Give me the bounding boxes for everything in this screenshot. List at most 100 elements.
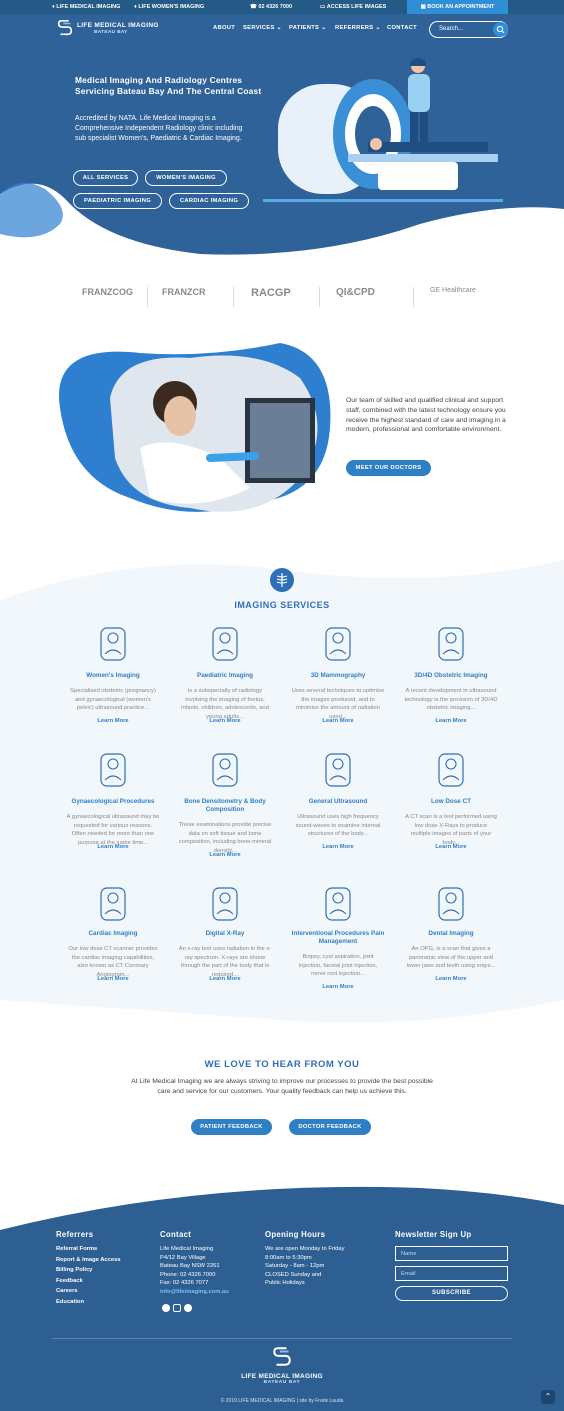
footer-referrer-link[interactable]: Referral Forms <box>56 1244 97 1255</box>
hours-line: CLOSED Sunday and <box>265 1271 322 1278</box>
learn-more-link[interactable]: Learn More <box>195 718 255 724</box>
pelvis-scan-icon <box>95 750 131 790</box>
learn-more-link[interactable]: Learn More <box>421 844 481 850</box>
service-title[interactable]: Cardiac Imaging <box>63 930 163 938</box>
ultrasound-machine-icon <box>320 750 356 790</box>
search-icon <box>496 25 505 34</box>
footer-divider <box>52 1338 512 1339</box>
ribcage-glyph <box>276 573 288 587</box>
learn-more-link[interactable]: Learn More <box>83 718 143 724</box>
book-appointment-button[interactable]: ▦ BOOK AN APPOINTMENT <box>407 0 508 14</box>
learn-more-link[interactable]: Learn More <box>308 984 368 990</box>
life-medical-imaging-label: LIFE MEDICAL IMAGING <box>56 4 121 10</box>
learn-more-link[interactable]: Learn More <box>195 976 255 982</box>
divider <box>233 287 234 307</box>
book-appointment-label: BOOK AN APPOINTMENT <box>427 4 495 10</box>
life-womens-imaging-link[interactable]: ♦ LIFE WOMEN'S IMAGING <box>134 4 204 10</box>
hero-wave <box>0 182 564 264</box>
nav-contact[interactable]: CONTACT <box>387 25 417 31</box>
footer-referrer-link[interactable]: Careers <box>56 1286 78 1297</box>
meet-our-doctors-button[interactable]: MEET OUR DOCTORS <box>346 460 431 476</box>
nav-services[interactable]: SERVICES ⌄ <box>243 25 282 31</box>
footer-referrer-link[interactable]: Billing Policy <box>56 1265 92 1276</box>
services-heading: IMAGING SERVICES <box>234 600 330 610</box>
learn-more-link[interactable]: Learn More <box>308 844 368 850</box>
racgp-logo: RACGP <box>251 287 291 299</box>
learn-more-link[interactable]: Learn More <box>421 976 481 982</box>
footer-logo-icon[interactable] <box>270 1346 294 1368</box>
footer-referrer-link[interactable]: Education <box>56 1297 84 1308</box>
learn-more-link[interactable]: Learn More <box>195 852 255 858</box>
learn-more-link[interactable]: Learn More <box>83 976 143 982</box>
search-button[interactable] <box>493 22 508 37</box>
service-description: A CT scan is a test performed using low … <box>405 814 497 846</box>
hero-section: LIFE MEDICAL IMAGING BATEAU BAY ABOUT SE… <box>0 14 564 264</box>
patient-feedback-button[interactable]: PATIENT FEEDBACK <box>191 1119 272 1135</box>
phone-label: 02 4326 7000 <box>258 4 293 10</box>
xray-body-icon <box>207 884 243 924</box>
service-title[interactable]: Digital X-Ray <box>175 930 275 938</box>
footer-referrer-link[interactable]: Feedback <box>56 1276 83 1287</box>
service-title[interactable]: Paediatric Imaging <box>175 672 275 680</box>
service-description: A recent development in ultrasound techn… <box>404 688 498 712</box>
nav-patients-label: PATIENTS <box>289 25 320 31</box>
service-title[interactable]: 3D Mammography <box>288 672 388 680</box>
learn-more-link[interactable]: Learn More <box>421 718 481 724</box>
hours-line: Public Holidays <box>265 1280 305 1287</box>
service-title[interactable]: Dental Imaging <box>401 930 501 938</box>
heart-torso-icon <box>95 884 131 924</box>
service-title[interactable]: General Ultrasound <box>288 798 388 806</box>
chevron-down-icon: ⌄ <box>321 25 327 31</box>
access-images-link[interactable]: ▭ ACCESS LIFE IMAGES <box>320 4 386 10</box>
footer-newsletter-heading: Newsletter Sign Up <box>395 1230 472 1239</box>
contact-line: Fax: 02 4326 7077 <box>160 1280 209 1287</box>
nav-referrers[interactable]: REFERRERS ⌄ <box>335 25 381 31</box>
facebook-icon[interactable] <box>162 1304 170 1312</box>
service-title[interactable]: Low Dose CT <box>401 798 501 806</box>
learn-more-link[interactable]: Learn More <box>308 718 368 724</box>
staff-photo <box>59 343 331 512</box>
service-description: These examinations provide precise data … <box>178 822 272 854</box>
access-images-label: ACCESS LIFE IMAGES <box>326 4 387 10</box>
contact-line: P4/12 Bay Village <box>160 1254 206 1261</box>
footer-referrer-link[interactable]: Report & Image Access <box>56 1255 121 1266</box>
contact-line: Phone: 02 4326 7000 <box>160 1271 216 1278</box>
learn-more-link[interactable]: Learn More <box>83 844 143 850</box>
service-title[interactable]: Gynaecological Procedures <box>63 798 163 806</box>
footer-hours-heading: Opening Hours <box>265 1230 326 1239</box>
contact-line: Life Medical Imaging <box>160 1246 214 1252</box>
nav-patients[interactable]: PATIENTS ⌄ <box>289 25 326 31</box>
calendar-icon: ▦ <box>420 4 426 10</box>
ge-healthcare-logo: GE Healthcare <box>430 287 476 294</box>
logo-icon[interactable] <box>56 19 74 37</box>
franzcog-logo: FRANZCOG <box>82 287 133 297</box>
phone-link[interactable]: ☎ 02 4326 7000 <box>250 4 292 10</box>
hours-line: 8:00am to 5:30pm <box>265 1254 312 1261</box>
subscribe-button[interactable]: SUBSCRIBE <box>395 1286 508 1301</box>
contact-line: Bateau Bay NSW 2261 <box>160 1263 220 1270</box>
service-title[interactable]: 3D/4D Obstetric Imaging <box>401 672 501 680</box>
footer-brand-sub: BATEAU BAY <box>263 1380 301 1385</box>
service-title[interactable]: Women's Imaging <box>63 672 163 680</box>
newsletter-name-field[interactable]: Name <box>395 1246 508 1261</box>
doctor-feedback-button[interactable]: DOCTOR FEEDBACK <box>289 1119 371 1135</box>
instagram-icon[interactable] <box>173 1304 181 1312</box>
scroll-top-button[interactable]: ⌃ <box>541 1390 555 1404</box>
nav-about[interactable]: ABOUT <box>213 25 235 31</box>
service-description: Our low dose CT scanner provides the car… <box>68 946 158 978</box>
google-icon[interactable] <box>184 1304 192 1312</box>
service-title[interactable]: Bone Densitometry & Body Composition <box>175 798 275 814</box>
hours-line: Saturday - 8am - 12pm <box>265 1263 325 1270</box>
service-description: An x-ray test uses radiation in the x-ra… <box>178 946 272 978</box>
life-medical-imaging-link[interactable]: ♦ LIFE MEDICAL IMAGING <box>52 4 120 10</box>
ribcage-icon <box>270 568 294 592</box>
newsletter-email-field[interactable]: Email <box>395 1266 508 1281</box>
franzcr-logo: FRANZCR <box>162 287 206 297</box>
service-description: An OPG, is a scan that gives a panoramic… <box>406 946 496 970</box>
service-description: is a subspecialty of radiology involving… <box>181 688 269 720</box>
divider <box>147 287 148 307</box>
email-link[interactable]: info@lifeimaging.com.au <box>160 1288 229 1297</box>
service-title[interactable]: Interventional Procedures Pain Managemen… <box>288 930 388 946</box>
hero-text: Accredited by NATA. Life Medical Imaging… <box>75 115 243 142</box>
life-womens-imaging-label: LIFE WOMEN'S IMAGING <box>138 4 205 10</box>
